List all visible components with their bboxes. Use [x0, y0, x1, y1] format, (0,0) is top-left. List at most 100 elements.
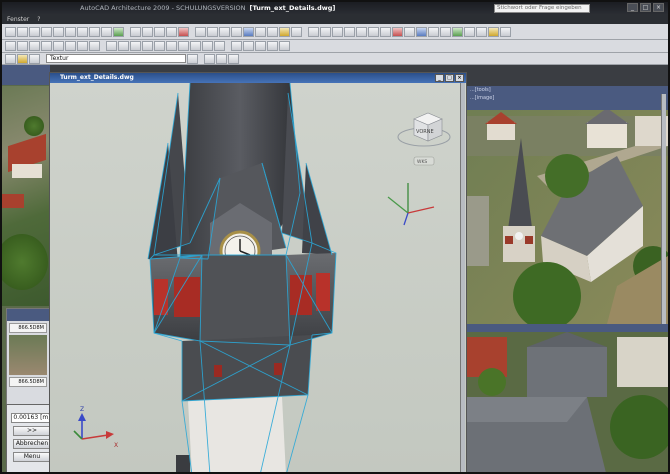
minimize-icon[interactable]: _ — [435, 74, 444, 82]
application-window: AutoCAD Architecture 2009 - SCHULUNGSVER… — [0, 0, 670, 474]
help-icon[interactable] — [500, 26, 511, 37]
plot-icon[interactable] — [41, 26, 52, 37]
new-icon[interactable] — [5, 26, 16, 37]
camera-icon[interactable] — [452, 26, 463, 37]
arc-icon[interactable] — [29, 41, 40, 51]
scale-icon[interactable] — [130, 41, 141, 51]
maximize-icon[interactable]: □ — [640, 3, 651, 12]
ortho-icon[interactable] — [219, 26, 230, 37]
menu-item-fenster[interactable]: Fenster — [7, 16, 29, 23]
pan-icon[interactable] — [154, 26, 165, 37]
minimize-icon[interactable]: _ — [627, 3, 638, 12]
layer-dropdown[interactable]: Textur — [46, 54, 186, 63]
polyline-icon[interactable] — [17, 41, 28, 51]
rectangle-icon[interactable] — [53, 41, 64, 51]
redo-icon[interactable] — [142, 26, 153, 37]
publish-icon[interactable] — [65, 26, 76, 37]
grid-icon[interactable] — [195, 26, 206, 37]
window-tool-icon[interactable] — [332, 26, 343, 37]
orbit-icon[interactable] — [267, 41, 278, 51]
layer-state-icon[interactable] — [17, 53, 28, 64]
menu-item-help[interactable]: ? — [37, 16, 40, 23]
trim-icon[interactable] — [166, 41, 177, 51]
zoom-icon[interactable] — [166, 26, 177, 37]
mirror-icon[interactable] — [142, 41, 153, 51]
image-list-item[interactable]: 866.5D8M — [9, 323, 47, 333]
rotate-icon[interactable] — [118, 41, 129, 51]
close-icon[interactable]: × — [653, 3, 664, 12]
door-icon[interactable] — [320, 26, 331, 37]
visual-style-icon[interactable] — [279, 41, 290, 51]
viewport-scrollbar[interactable] — [460, 83, 465, 472]
open-icon[interactable] — [17, 26, 28, 37]
layer-manager-icon[interactable] — [5, 53, 16, 64]
next-button[interactable]: >> — [13, 426, 51, 436]
light-icon[interactable] — [440, 26, 451, 37]
erase-icon[interactable] — [178, 26, 189, 37]
svg-text:WKS[interactable]: WKS — [417, 159, 427, 165]
osnap-icon[interactable] — [243, 26, 254, 37]
view-iso-icon[interactable] — [255, 41, 266, 51]
extend-icon[interactable] — [178, 41, 189, 51]
fillet-icon[interactable] — [190, 41, 201, 51]
make-current-icon[interactable] — [204, 53, 215, 64]
material-icon[interactable] — [428, 26, 439, 37]
view-front-icon[interactable] — [243, 41, 254, 51]
cut-icon[interactable] — [77, 26, 88, 37]
space-icon[interactable] — [380, 26, 391, 37]
app-title: AutoCAD Architecture 2009 - SCHULUNGSVER… — [80, 4, 246, 12]
render-icon[interactable] — [416, 26, 427, 37]
walk-icon[interactable] — [464, 26, 475, 37]
sun-icon[interactable] — [488, 26, 499, 37]
snap-icon[interactable] — [207, 26, 218, 37]
move-icon[interactable] — [106, 41, 117, 51]
image-thumbnail[interactable] — [9, 335, 47, 375]
block-icon[interactable] — [89, 41, 100, 51]
right-panel-scrollbar[interactable] — [661, 94, 666, 324]
layer-isolate-icon[interactable] — [216, 53, 227, 64]
hatch-icon[interactable] — [65, 41, 76, 51]
explode-icon[interactable] — [214, 41, 225, 51]
slab-icon[interactable] — [368, 26, 379, 37]
red-shutter-left-2 — [174, 277, 200, 317]
stair-icon[interactable] — [344, 26, 355, 37]
roof-icon[interactable] — [356, 26, 367, 37]
draw-toolbar — [2, 40, 668, 53]
viewcube-face-label[interactable]: VORNE — [416, 129, 434, 135]
model-viewport[interactable]: VORNE WKS Z X — [50, 83, 466, 472]
save-icon[interactable] — [29, 26, 40, 37]
chevron-down-icon[interactable] — [187, 53, 198, 64]
close-icon[interactable]: × — [455, 74, 464, 82]
copy-icon[interactable] — [89, 26, 100, 37]
match-icon[interactable] — [113, 26, 124, 37]
undo-icon[interactable] — [130, 26, 141, 37]
tower-model-svg: VORNE WKS Z X — [73, 83, 451, 472]
layer-previous-icon[interactable] — [29, 53, 40, 64]
dyn-icon[interactable] — [279, 26, 290, 37]
help-search-input[interactable]: Stichwort oder Frage eingeben — [494, 4, 590, 13]
document-title: [Turm_ext_Details.dwg] — [249, 4, 336, 12]
wall-icon[interactable] — [308, 26, 319, 37]
ducs-icon[interactable] — [267, 26, 278, 37]
section-icon[interactable] — [392, 26, 403, 37]
otrack-icon[interactable] — [255, 26, 266, 37]
layer-freeze-icon[interactable] — [228, 53, 239, 64]
paste-icon[interactable] — [101, 26, 112, 37]
viewcube: VORNE — [397, 112, 451, 147]
preview-icon[interactable] — [53, 26, 64, 37]
view-top-icon[interactable] — [231, 41, 242, 51]
offset-icon[interactable] — [154, 41, 165, 51]
circle-icon[interactable] — [41, 41, 52, 51]
drawing-window: Turm_ext_Details.dwg _ □ × VORNE WKS Z X — [49, 72, 467, 472]
restore-icon[interactable]: □ — [445, 74, 454, 82]
cancel-button[interactable]: Abbrechen — [13, 439, 51, 449]
polar-icon[interactable] — [231, 26, 242, 37]
lwt-icon[interactable] — [291, 26, 302, 37]
line-icon[interactable] — [5, 41, 16, 51]
elevation-icon[interactable] — [404, 26, 415, 37]
menu-button[interactable]: Menu — [13, 452, 51, 462]
image-list-item[interactable]: 866.5D8M — [9, 377, 47, 387]
fly-icon[interactable] — [476, 26, 487, 37]
chamfer-icon[interactable] — [202, 41, 213, 51]
text-icon[interactable] — [77, 41, 88, 51]
